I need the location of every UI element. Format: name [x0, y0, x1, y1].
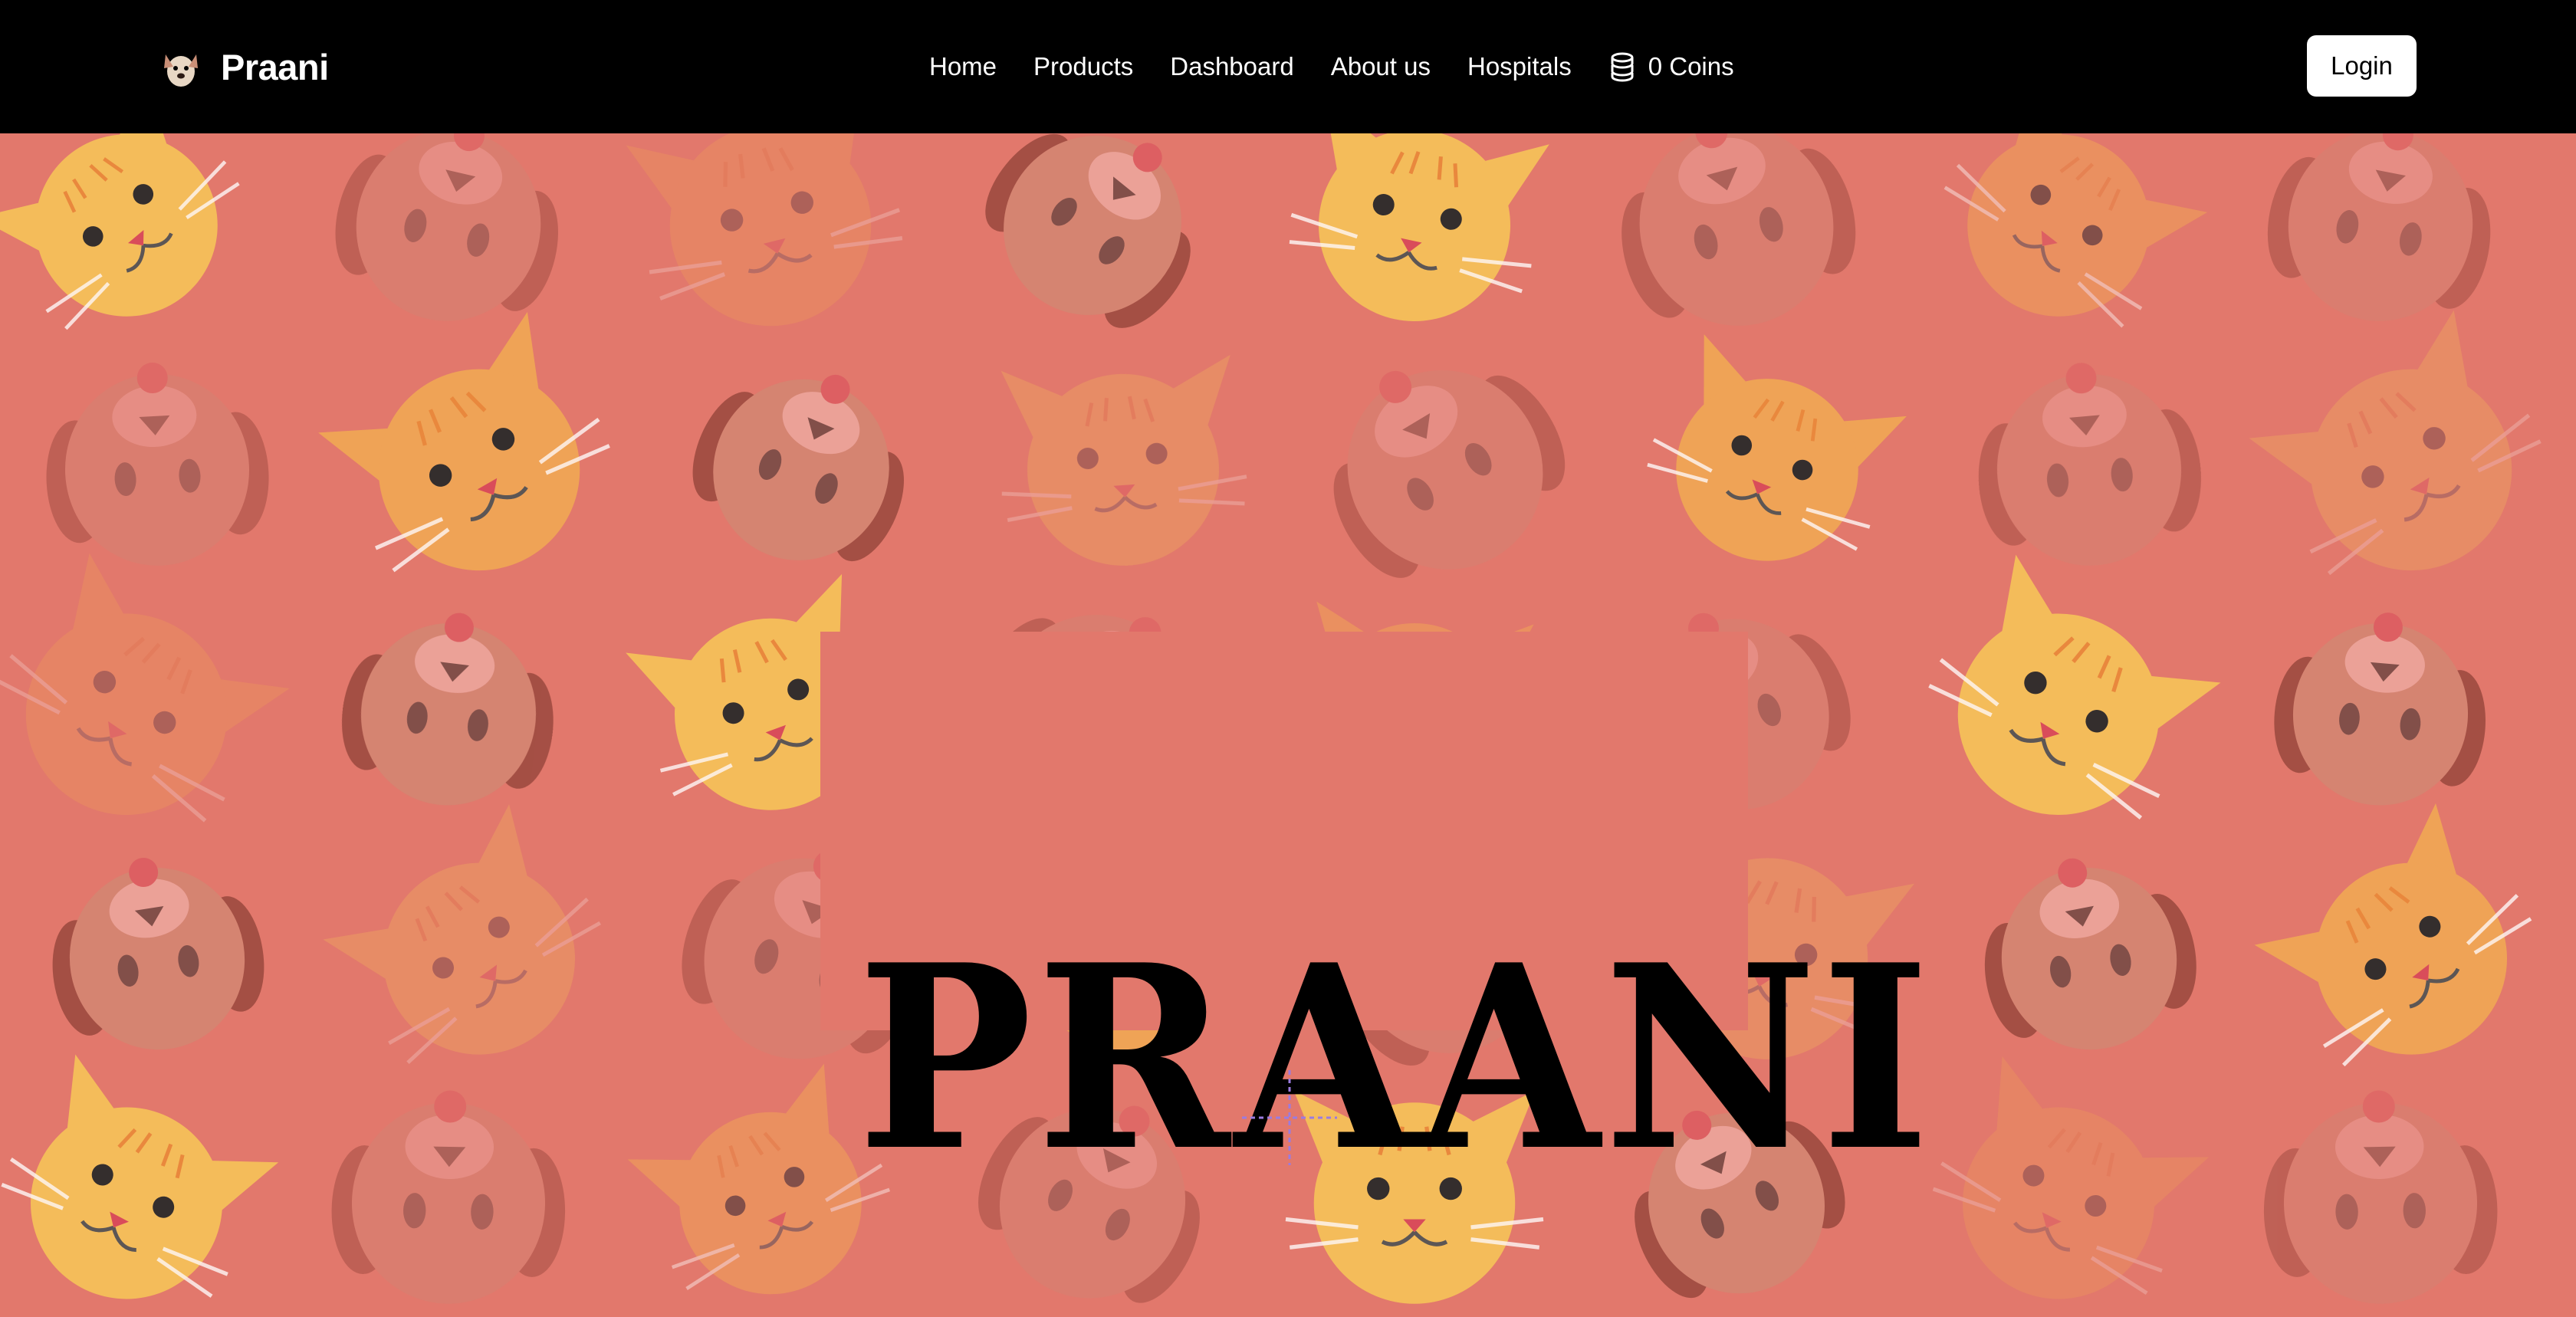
dog-face-icon	[1594, 133, 1876, 353]
nav-coins[interactable]: 0 Coins	[1608, 51, 1734, 82]
cat-face-icon	[1911, 133, 2213, 369]
nav-dashboard[interactable]: Dashboard	[1170, 52, 1293, 81]
dog-face-icon	[2252, 133, 2511, 341]
coins-label: 0 Coins	[1648, 52, 1734, 80]
brand-name: Praani	[221, 46, 329, 87]
login-button[interactable]: Login	[2307, 35, 2417, 97]
cat-face-icon	[1896, 550, 2227, 868]
dog-face-icon	[1969, 353, 2209, 576]
dog-face-icon	[2262, 1088, 2499, 1306]
cat-face-icon	[317, 800, 635, 1108]
cat-face-icon	[2242, 306, 2574, 623]
coins-icon	[1611, 52, 1634, 82]
brand-link[interactable]: Praani	[158, 41, 329, 92]
dog-face-icon	[318, 133, 581, 344]
cat-face-icon	[0, 549, 296, 870]
cat-face-icon	[994, 354, 1253, 574]
dog-face-icon	[1966, 838, 2210, 1069]
cat-face-icon	[618, 133, 919, 354]
cat-face-icon	[1275, 133, 1557, 345]
cat-face-icon	[2249, 799, 2567, 1110]
dog-face-icon	[40, 356, 274, 572]
dog-face-icon	[37, 841, 276, 1066]
cat-face-icon	[311, 308, 641, 622]
dog-logo-icon	[164, 54, 198, 87]
dog-face-icon	[668, 334, 938, 596]
cat-face-icon	[0, 1051, 285, 1317]
cat-face-icon	[0, 133, 274, 370]
nav-links: Home Products Dashboard About us Hospita…	[929, 44, 1771, 89]
dog-face-icon	[1286, 313, 1598, 616]
dog-face-icon	[2267, 603, 2495, 815]
dog-face-icon	[330, 1088, 567, 1306]
cat-face-icon	[1906, 1053, 2216, 1317]
cat-face-icon	[1625, 332, 1914, 598]
hero-section: PRAANI	[0, 133, 2576, 1317]
nav-about-us[interactable]: About us	[1331, 52, 1431, 81]
dog-face-icon	[332, 599, 566, 818]
crosshair-cursor-icon	[1242, 1070, 1337, 1165]
nav-products[interactable]: Products	[1033, 52, 1133, 81]
top-navbar: Praani Home Products Dashboard About us …	[0, 0, 2576, 133]
dog-face-icon	[953, 133, 1239, 363]
nav-hospitals[interactable]: Hospitals	[1467, 52, 1572, 81]
nav-home[interactable]: Home	[929, 52, 997, 81]
